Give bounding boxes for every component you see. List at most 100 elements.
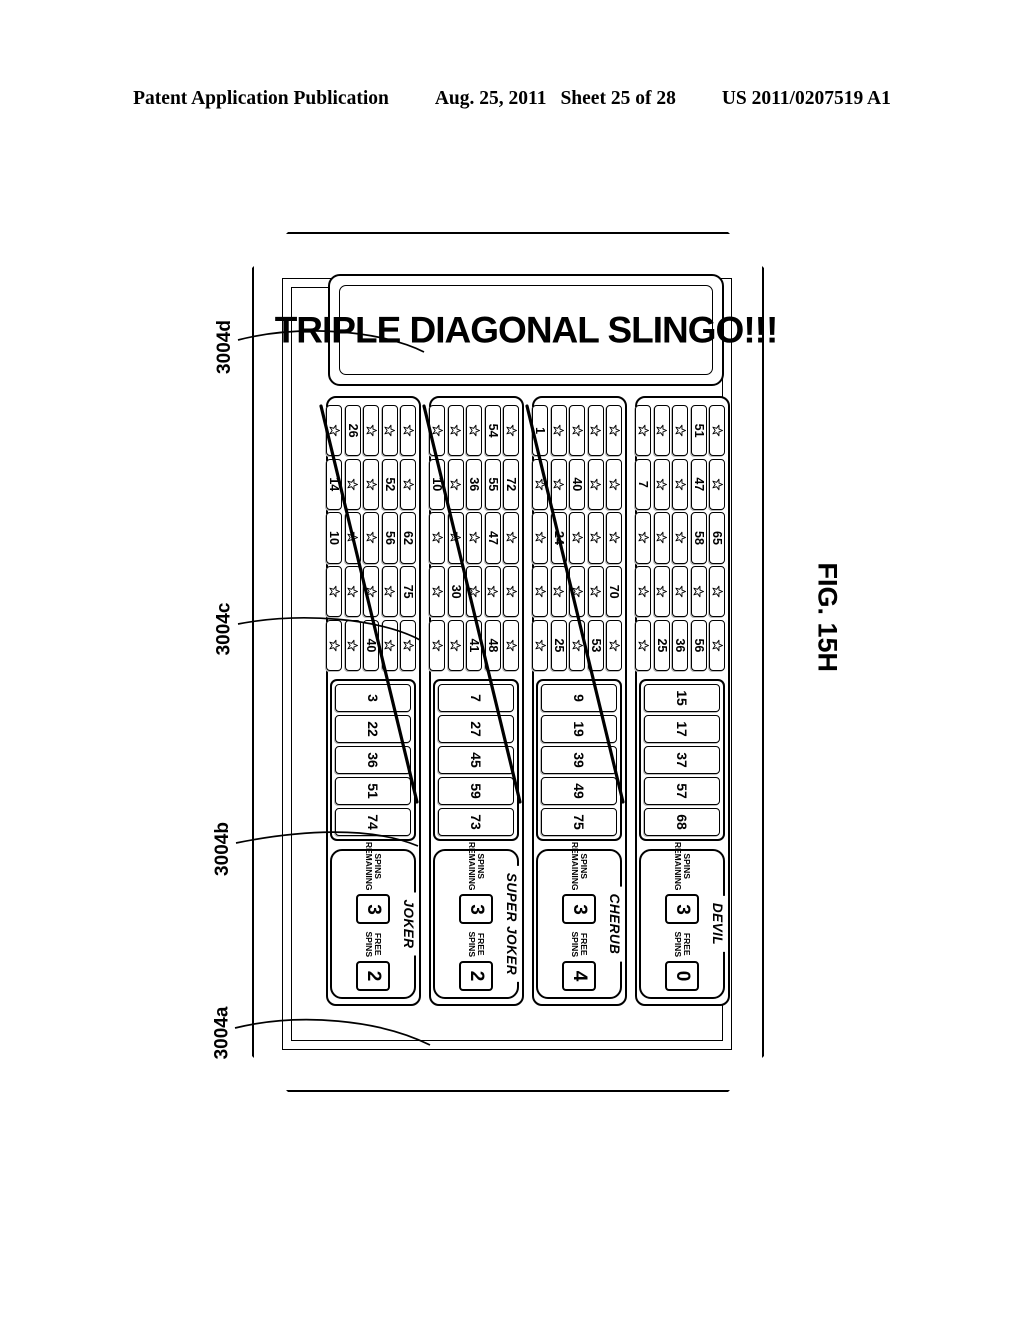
page-header: Patent Application Publication Aug. 25, … [0,88,1024,110]
grid-cell-star [588,566,604,618]
grid-cell-star [532,458,549,510]
grid-cell-number: 1 [532,405,549,457]
grid-cell-star [382,405,398,457]
drawn-number: 19 [541,715,618,743]
drawn-numbers-strip: 9 19 39 49 75 [536,679,623,841]
free-spins-label: FREE SPINS [570,931,590,957]
reference-label-3004d: 3004d [213,320,235,374]
grid-cell-number: 51 [691,405,707,457]
board-title: CHERUB [607,886,623,962]
grid-cell-number: 55 [485,458,501,510]
grid-cell-star [569,512,586,564]
grid-cell-number: 10 [429,458,446,510]
grid-cell-number: 7 [635,458,652,510]
grid-cell-star [606,619,623,671]
drawn-numbers-strip: 3 22 36 51 74 [330,679,417,841]
figure-drawing: TRIPLE DIAGONAL SLINGO!!! 65 51 47 58 56 36 25… [242,210,782,1110]
grid-cell-star [400,619,417,671]
grid-cell-number: 47 [691,458,707,510]
drawn-number: 7 [438,684,515,712]
drawn-number: 15 [644,684,721,712]
grid-cell-star [382,566,398,618]
spins-remaining-value: 3 [665,894,700,925]
grid-cell-star [345,619,361,671]
grid-cell-star [466,405,483,457]
grid-cell-star [382,619,398,671]
spins-remaining-label: SPINS REMAINING [364,841,384,891]
grid-cell-number: 41 [466,619,483,671]
grid-cell-star [588,458,604,510]
slingo-grid: 65 51 47 58 56 36 25 7 [635,405,726,671]
slingo-board-devil: 65 51 47 58 56 36 25 7 15 17 37 57 68 DEVIL SPINS REMA… [635,396,730,1006]
grid-cell-star [672,566,689,618]
free-spins-meter: FREE SPINS 0 [665,931,700,991]
grid-cell-star [503,405,520,457]
grid-cell-number: 58 [691,512,707,564]
drawn-number: 51 [335,777,412,805]
slingo-banner-inner: TRIPLE DIAGONAL SLINGO!!! [275,285,777,375]
free-spins-value: 2 [356,961,391,991]
board-status-panel: SUPER JOKER SPINS REMAINING 3 FREE SPINS 2 [433,842,520,999]
grid-cell-star [326,566,343,618]
grid-cell-star [345,512,361,564]
grid-cell-star [606,458,623,510]
publication-date: Aug. 25, 2011 [434,88,547,109]
grid-cell-number: 14 [326,458,343,510]
grid-cell-number: 10 [326,512,343,564]
drawn-number: 74 [335,808,412,836]
grid-cell-star [551,566,567,618]
slingo-banner: TRIPLE DIAGONAL SLINGO!!! [275,274,777,386]
grid-cell-star [326,619,343,671]
free-spins-value: 0 [665,961,700,991]
grid-cell-star [569,566,586,618]
grid-cell-number: 72 [503,458,520,510]
board-title: DEVIL [710,895,726,953]
grid-cell-star [635,405,652,457]
spins-remaining-value: 3 [562,894,597,925]
grid-cell-star [429,405,446,457]
grid-cell-star [569,405,586,457]
free-spins-label: FREE SPINS [673,931,693,957]
grid-cell-star [448,619,464,671]
grid-cell-star [635,566,652,618]
grid-cell-star [466,512,483,564]
grid-cell-star [709,458,726,510]
document-number: US 2011/0207519 A1 [721,88,891,109]
slingo-board-joker: 62 75 52 56 40 26 14 10 3 22 36 51 74 JOKER SPINS REMA… [326,396,421,1006]
grid-cell-number: 65 [709,512,726,564]
grid-cell-number: 54 [485,405,501,457]
grid-cell-star [466,566,483,618]
grid-cell-star [709,619,726,671]
slingo-grid: 70 53 40 24 25 1 [532,405,623,671]
slingo-grid: 62 75 52 56 40 26 14 10 [326,405,417,671]
spins-remaining-value: 3 [459,894,494,925]
grid-cell-star [654,458,670,510]
grid-cell-star [429,566,446,618]
grid-cell-star [448,512,464,564]
slingo-board-cherub: 70 53 40 24 25 1 9 19 39 49 75 CHERUB SPINS REMAININ… [532,396,627,1006]
spins-remaining-label: SPINS REMAINING [570,841,590,891]
figure-caption: FIG. 15H [812,562,843,673]
drawn-number: 73 [438,808,515,836]
grid-cell-star [672,458,689,510]
slingo-boards-container: 65 51 47 58 56 36 25 7 15 17 37 57 68 DEVIL SPINS REMA… [326,396,730,1006]
board-status-panel: JOKER SPINS REMAINING 3 FREE SPINS 2 [330,842,417,999]
grid-cell-star [448,405,464,457]
grid-cell-number: 56 [382,512,398,564]
grid-cell-number: 26 [345,405,361,457]
drawn-number: 49 [541,777,618,805]
drawn-numbers-strip: 7 27 45 59 73 [433,679,520,841]
grid-cell-star [363,566,380,618]
grid-cell-number: 40 [569,458,586,510]
drawn-number: 22 [335,715,412,743]
board-title: SUPER JOKER [504,865,520,983]
drawn-number: 45 [438,746,515,774]
grid-cell-star [606,512,623,564]
spins-remaining-label: SPINS REMAINING [673,841,693,891]
free-spins-value: 4 [562,961,597,991]
grid-cell-star [326,405,343,457]
drawn-number: 36 [335,746,412,774]
grid-cell-number: 25 [551,619,567,671]
grid-cell-number: 47 [485,512,501,564]
grid-cell-star [532,512,549,564]
